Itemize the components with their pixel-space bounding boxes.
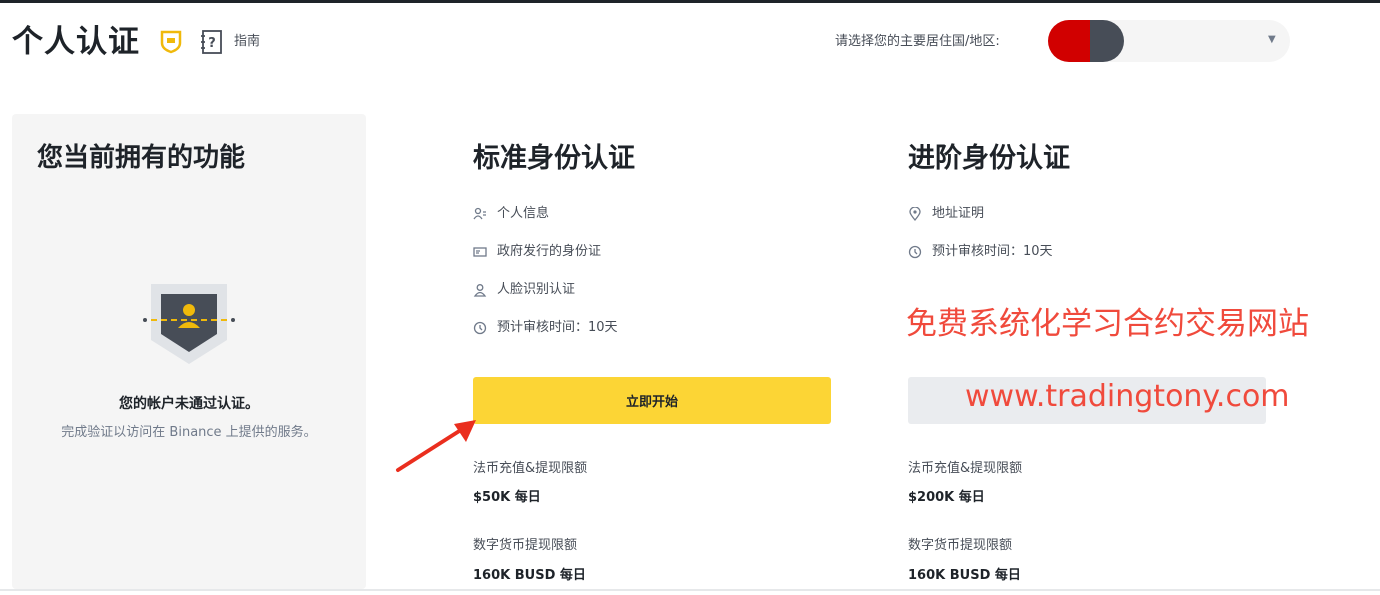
region-label: 请选择您的主要居住国/地区:: [835, 34, 1000, 49]
watermark-text: 免费系统化学习合约交易网站: [906, 306, 1309, 342]
advanced-feature-item: 地址证明: [908, 203, 984, 225]
bottom-border: [0, 589, 1380, 591]
standard-feature-label: 个人信息: [497, 206, 550, 221]
current-features-title: 您当前拥有的功能: [37, 143, 246, 173]
chevron-down-icon[interactable]: ▼: [1268, 34, 1276, 46]
standard-feature-label: 预计审核时间：10天: [497, 320, 618, 335]
advanced-verification-title: 进阶身份认证: [908, 143, 1070, 174]
standard-feature-item: 个人信息: [473, 203, 549, 225]
standard-feature-item: 政府发行的身份证: [473, 241, 601, 263]
advanced-crypto-limit-value: 160K BUSD 每日: [908, 568, 1021, 583]
standard-fiat-limit-label: 法币充值&提现限额: [473, 461, 588, 476]
unverified-status-subtitle: 完成验证以访问在 Binance 上提供的服务。: [61, 425, 317, 440]
standard-crypto-limit-label: 数字货币提现限额: [473, 538, 578, 553]
standard-feature-item: 人脸识别认证: [473, 279, 575, 301]
shield-icon: [160, 30, 182, 54]
guide-link[interactable]: 指南: [234, 33, 260, 51]
advanced-feature-item: 预计审核时间：10天: [908, 241, 1053, 263]
standard-feature-item: 预计审核时间：10天: [473, 317, 618, 339]
unverified-shield-icon: [143, 284, 235, 364]
id-card-icon: [473, 247, 487, 257]
red-arrow-annotation: [396, 420, 476, 472]
standard-crypto-limit-value: 160K BUSD 每日: [473, 568, 586, 583]
unverified-status-title: 您的帐户未通过认证。: [119, 396, 259, 412]
clock-icon: [473, 321, 487, 335]
clock-icon: [908, 245, 922, 259]
start-verification-button[interactable]: 立即开始: [473, 377, 831, 424]
advanced-feature-label: 预计审核时间：10天: [932, 244, 1053, 259]
top-border: [0, 0, 1380, 3]
advanced-fiat-limit-label: 法币充值&提现限额: [908, 461, 1023, 476]
advanced-feature-label: 地址证明: [932, 206, 985, 221]
watermark-url: www.tradingtony.com: [965, 379, 1290, 414]
page-title: 个人认证: [12, 24, 140, 60]
standard-verification-title: 标准身份认证: [473, 143, 635, 174]
face-recognition-icon: [473, 284, 487, 297]
location-pin-icon: [909, 207, 921, 221]
standard-feature-label: 人脸识别认证: [497, 282, 576, 297]
flag-redacted-icon: [1090, 20, 1124, 62]
region-select[interactable]: [1048, 20, 1290, 62]
advanced-crypto-limit-label: 数字货币提现限额: [908, 538, 1013, 553]
standard-feature-label: 政府发行的身份证: [497, 244, 602, 259]
standard-fiat-limit-value: $50K 每日: [473, 490, 541, 505]
svg-text:?: ?: [208, 36, 216, 51]
help-icon[interactable]: ?: [200, 29, 224, 55]
flag-icon: [1048, 20, 1090, 62]
person-info-icon: [473, 207, 486, 220]
advanced-fiat-limit-value: $200K 每日: [908, 490, 985, 505]
